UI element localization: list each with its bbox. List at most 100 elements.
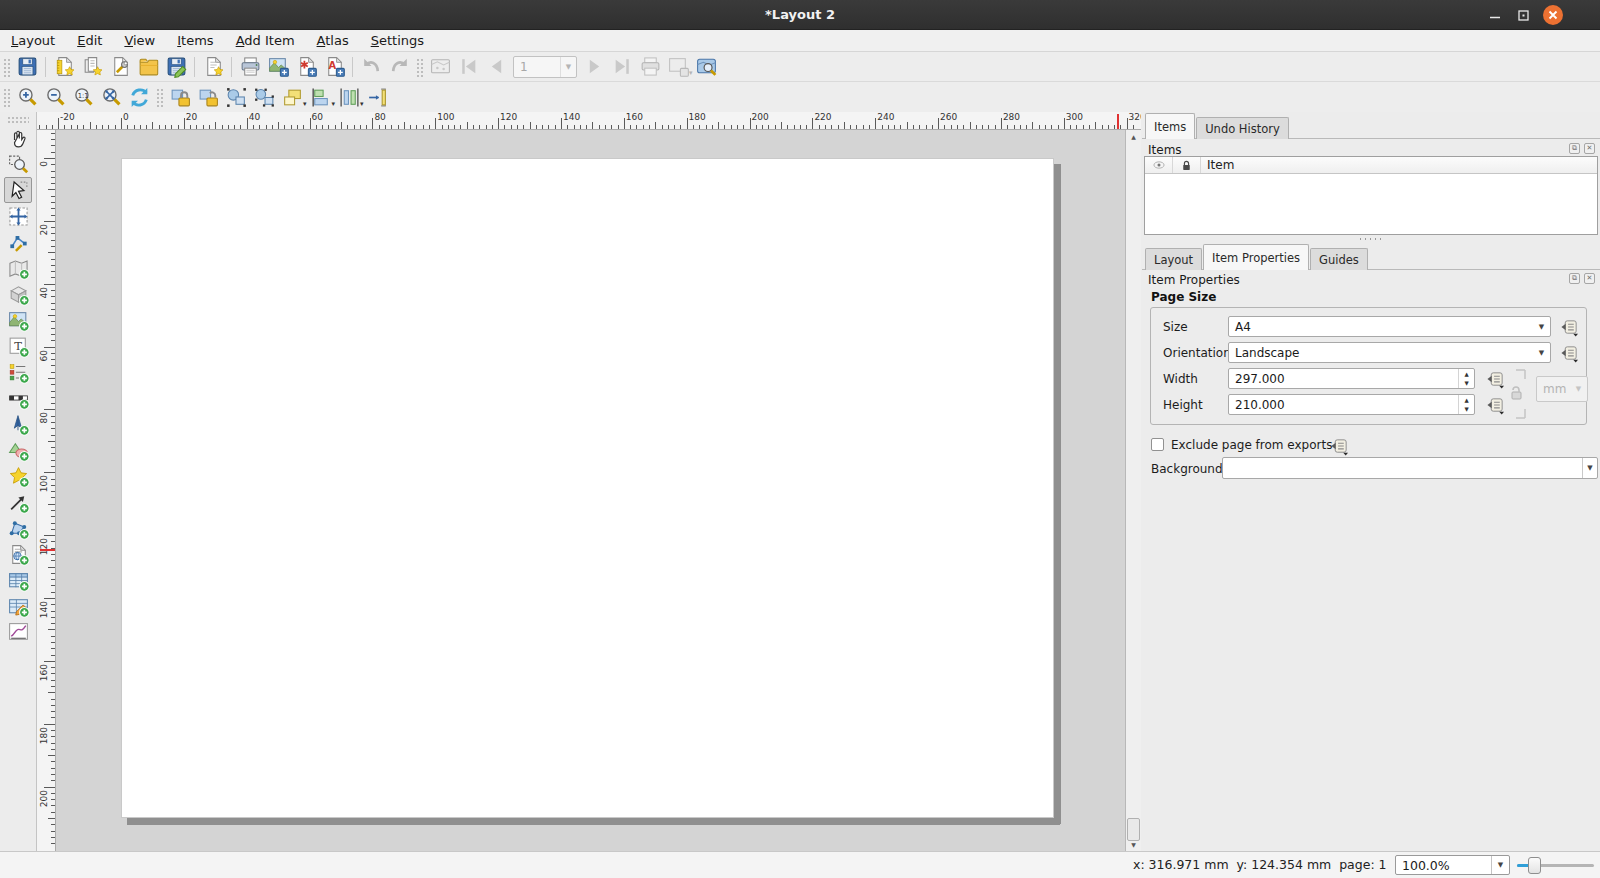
tool-add-north-arrow[interactable] bbox=[4, 411, 32, 437]
orientation-combobox[interactable]: Landscape▼ bbox=[1228, 342, 1551, 363]
tool-add-legend[interactable] bbox=[4, 359, 32, 385]
toolbox-handle[interactable] bbox=[7, 116, 29, 123]
menu-items[interactable]: Items bbox=[166, 30, 224, 51]
tool-add-elevation-profile[interactable] bbox=[4, 619, 32, 645]
group-items-button[interactable] bbox=[222, 84, 250, 111]
tab-items[interactable]: Items bbox=[1145, 113, 1195, 139]
print-layout-button[interactable] bbox=[236, 53, 264, 80]
tab-layout[interactable]: Layout bbox=[1145, 248, 1202, 270]
tool-zoom-tool[interactable] bbox=[4, 151, 32, 177]
units-combobox[interactable]: mm▼ bbox=[1536, 376, 1588, 402]
properties-panel-close-button[interactable]: ✕ bbox=[1584, 273, 1595, 284]
undo-button[interactable] bbox=[357, 53, 385, 80]
width-spinbox[interactable]: 297.000▲▼ bbox=[1228, 368, 1475, 389]
toolbar-handle[interactable] bbox=[155, 87, 164, 107]
height-override-button[interactable] bbox=[1484, 395, 1507, 415]
raise-selected-items-button[interactable] bbox=[278, 84, 306, 111]
tab-undo-history[interactable]: Undo History bbox=[1196, 117, 1289, 139]
width-override-button[interactable] bbox=[1484, 369, 1507, 389]
toolbar-handle[interactable] bbox=[2, 87, 11, 107]
atlas-page-combobox[interactable]: 1▼ bbox=[513, 56, 577, 78]
exclude-override-button[interactable] bbox=[1328, 436, 1351, 456]
preview-atlas-button[interactable] bbox=[426, 53, 454, 80]
print-atlas-button[interactable] bbox=[636, 53, 664, 80]
toolbar-handle[interactable] bbox=[415, 57, 424, 77]
vertical-scrollbar[interactable]: ▲ ▼ bbox=[1125, 130, 1141, 851]
orientation-override-button[interactable] bbox=[1558, 343, 1581, 363]
export-atlas-button[interactable] bbox=[664, 53, 692, 80]
menu-edit[interactable]: Edit bbox=[66, 30, 113, 51]
atlas-settings-button[interactable] bbox=[693, 53, 721, 80]
zoom-level-combobox[interactable]: 100.0%▼ bbox=[1395, 855, 1510, 875]
align-selected-items-button[interactable] bbox=[307, 84, 335, 111]
minimize-button[interactable] bbox=[1481, 0, 1509, 30]
resize-items-button[interactable] bbox=[364, 84, 392, 111]
toolbar-handle[interactable] bbox=[2, 57, 11, 77]
menu-layout[interactable]: Layout bbox=[0, 30, 66, 51]
duplicate-layout-button[interactable] bbox=[78, 53, 106, 80]
load-from-template-button[interactable] bbox=[134, 53, 162, 80]
height-spinbox[interactable]: 210.000▲▼ bbox=[1228, 394, 1475, 415]
first-feature-button[interactable] bbox=[454, 53, 482, 80]
zoom-full-button[interactable] bbox=[97, 84, 125, 111]
tool-add-3d-map[interactable] bbox=[4, 281, 32, 307]
lock-column-header[interactable] bbox=[1173, 157, 1201, 173]
tool-add-html[interactable] bbox=[4, 541, 32, 567]
export-as-svg-button[interactable] bbox=[292, 53, 320, 80]
previous-feature-button[interactable] bbox=[482, 53, 510, 80]
menu-view[interactable]: View bbox=[113, 30, 166, 51]
tool-add-marker[interactable] bbox=[4, 463, 32, 489]
tool-select-move-item[interactable] bbox=[4, 177, 32, 203]
menu-atlas[interactable]: Atlas bbox=[306, 30, 360, 51]
zoom-out-button[interactable] bbox=[41, 84, 69, 111]
background-color-button[interactable]: ▼ bbox=[1222, 457, 1598, 479]
lock-ratio-icon[interactable] bbox=[1510, 384, 1524, 401]
size-combobox[interactable]: A4▼ bbox=[1228, 316, 1551, 337]
export-as-image-button[interactable] bbox=[264, 53, 292, 80]
refresh-view-button[interactable] bbox=[125, 84, 153, 111]
redo-button[interactable] bbox=[385, 53, 413, 80]
exclude-page-checkbox[interactable] bbox=[1151, 438, 1164, 451]
distribute-items-button[interactable] bbox=[335, 84, 363, 111]
tool-move-item-content[interactable] bbox=[4, 203, 32, 229]
scroll-down-button[interactable]: ▼ bbox=[1126, 838, 1141, 851]
size-override-button[interactable] bbox=[1558, 317, 1581, 337]
unlock-all-items-button[interactable] bbox=[194, 84, 222, 111]
item-column-header[interactable]: Item bbox=[1201, 157, 1597, 173]
last-feature-button[interactable] bbox=[608, 53, 636, 80]
tool-add-label[interactable]: T bbox=[4, 333, 32, 359]
menu-settings[interactable]: Settings bbox=[360, 30, 435, 51]
visibility-column-header[interactable] bbox=[1145, 157, 1173, 173]
tool-add-scalebar[interactable] bbox=[4, 385, 32, 411]
tool-add-map[interactable] bbox=[4, 255, 32, 281]
next-feature-button[interactable] bbox=[580, 53, 608, 80]
tool-edit-nodes-item[interactable] bbox=[4, 229, 32, 255]
zoom-in-button[interactable] bbox=[13, 84, 41, 111]
tab-item-properties[interactable]: Item Properties bbox=[1203, 244, 1309, 270]
new-layout-button[interactable] bbox=[50, 53, 78, 80]
save-as-template-button[interactable] bbox=[162, 53, 190, 80]
tab-guides[interactable]: Guides bbox=[1310, 248, 1368, 270]
tool-add-attribute-table[interactable] bbox=[4, 567, 32, 593]
layout-page[interactable] bbox=[121, 158, 1054, 818]
add-pages-button[interactable] bbox=[199, 53, 227, 80]
tool-add-fixed-table[interactable] bbox=[4, 593, 32, 619]
menu-add-item[interactable]: Add Item bbox=[225, 30, 306, 51]
tool-add-picture[interactable] bbox=[4, 307, 32, 333]
scroll-up-button[interactable]: ▲ bbox=[1126, 130, 1141, 143]
items-panel-close-button[interactable]: ✕ bbox=[1584, 143, 1595, 154]
panel-splitter[interactable] bbox=[1142, 236, 1600, 241]
items-tree[interactable]: Item bbox=[1144, 156, 1598, 235]
layout-manager-button[interactable] bbox=[106, 53, 134, 80]
close-button[interactable] bbox=[1539, 0, 1567, 30]
save-project-button[interactable] bbox=[13, 53, 41, 80]
tool-add-shape[interactable] bbox=[4, 437, 32, 463]
maximize-button[interactable] bbox=[1509, 0, 1537, 30]
tool-pan[interactable] bbox=[4, 125, 32, 151]
tool-add-node-item[interactable] bbox=[4, 515, 32, 541]
zoom-slider-handle[interactable] bbox=[1528, 857, 1541, 874]
layout-canvas[interactable] bbox=[56, 130, 1125, 851]
items-panel-float-button[interactable]: ⧉ bbox=[1569, 143, 1580, 154]
export-as-pdf-button[interactable]: A bbox=[320, 53, 348, 80]
tool-add-arrow[interactable] bbox=[4, 489, 32, 515]
